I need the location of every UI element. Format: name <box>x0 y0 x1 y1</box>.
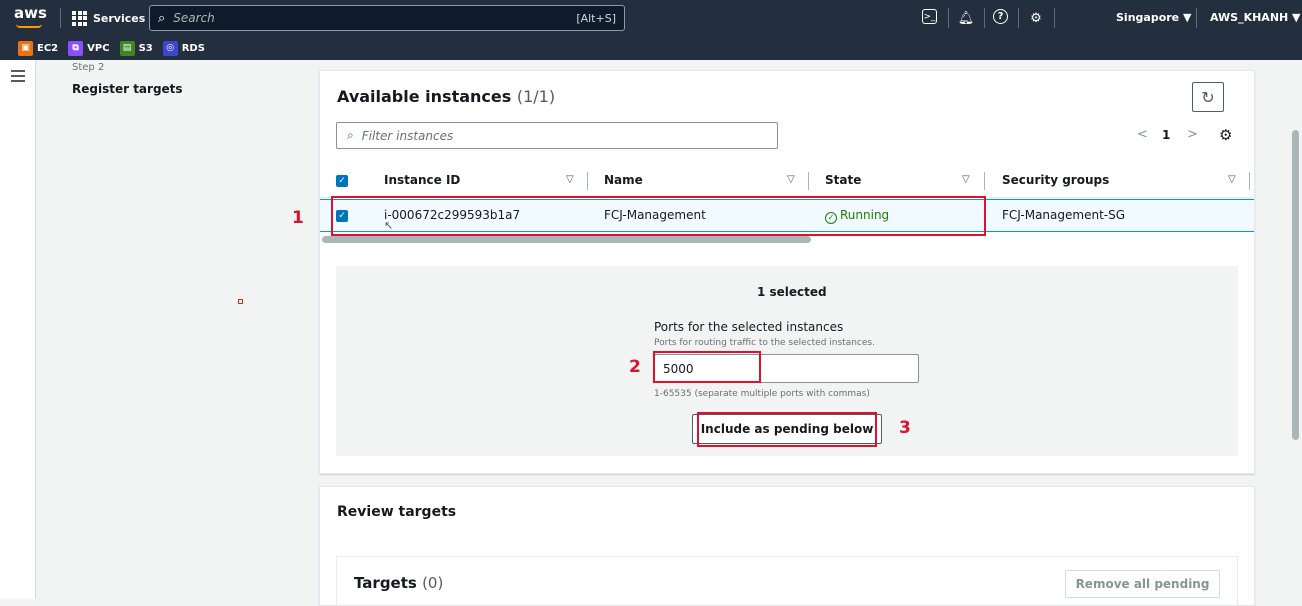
table-settings-icon[interactable]: ⚙ <box>1219 126 1232 144</box>
sort-icon[interactable]: ▽ <box>787 174 795 185</box>
refresh-button[interactable]: ↻ <box>1192 82 1224 112</box>
sort-icon[interactable]: ▽ <box>566 174 574 185</box>
search-shortcut: [Alt+S] <box>576 11 616 25</box>
search-input[interactable]: ⌕ Search [Alt+S] <box>149 5 625 31</box>
targets-title: Targets <box>354 574 417 592</box>
nav-divider <box>1018 8 1019 28</box>
targets-count: (0) <box>422 574 444 592</box>
col-divider <box>984 172 985 190</box>
vertical-scrollbar[interactable] <box>1292 130 1299 440</box>
prev-page-button[interactable]: < <box>1137 127 1148 142</box>
col-divider <box>808 172 809 190</box>
favorite-label: S3 <box>138 42 153 54</box>
top-navigation: aws Services ⌕ Search [Alt+S] >_ 🔔︎ ? ⚙ … <box>0 0 1302 36</box>
ports-hint: 1-65535 (separate multiple ports with co… <box>654 389 870 399</box>
filter-instances-input[interactable]: ⌕ Filter instances <box>336 122 778 149</box>
search-icon: ⌕ <box>158 10 166 26</box>
annotation-box-1 <box>331 196 986 236</box>
s3-icon: ▤ <box>119 40 135 56</box>
heading-count: (1/1) <box>516 87 556 106</box>
annotation-number-2: 2 <box>629 357 641 377</box>
annotation-number-3: 3 <box>899 418 911 438</box>
col-divider <box>1249 172 1250 190</box>
favorite-ec2[interactable]: ▣ EC2 <box>18 40 59 56</box>
annotation-box-3 <box>697 412 877 447</box>
remove-all-pending-button[interactable]: Remove all pending <box>1065 570 1220 598</box>
bell-icon[interactable]: 🔔︎ <box>957 9 975 27</box>
rds-icon: ◎ <box>162 40 178 56</box>
favorite-s3[interactable]: ▤ S3 <box>119 40 153 56</box>
next-page-button[interactable]: > <box>1187 127 1198 142</box>
horizontal-scrollbar[interactable] <box>322 236 811 243</box>
favorite-vpc[interactable]: ⧉ VPC <box>68 40 110 56</box>
col-divider <box>587 172 588 190</box>
cloudshell-icon[interactable]: >_ <box>922 9 937 24</box>
aws-smile-icon <box>16 24 42 28</box>
menu-icon[interactable] <box>11 70 25 85</box>
favorite-rds[interactable]: ◎ RDS <box>162 40 205 56</box>
annotation-number-1: 1 <box>292 208 304 228</box>
favorite-label: VPC <box>87 42 110 54</box>
gear-icon[interactable]: ⚙ <box>1027 9 1045 27</box>
nav-divider <box>1196 8 1197 28</box>
ports-description: Ports for routing traffic to the selecte… <box>654 338 875 348</box>
available-instances-heading: Available instances (1/1) <box>337 87 555 106</box>
services-menu-button[interactable]: Services <box>72 8 145 28</box>
ports-label: Ports for the selected instances <box>654 320 844 334</box>
nav-divider <box>60 8 61 28</box>
selected-count: 1 selected <box>757 285 827 299</box>
favorite-label: RDS <box>181 42 205 54</box>
red-marker <box>238 299 243 304</box>
col-security-groups[interactable]: Security groups <box>1002 173 1109 187</box>
col-state[interactable]: State <box>825 173 861 187</box>
side-nav-rail <box>0 60 36 599</box>
col-instance-id[interactable]: Instance ID <box>384 173 460 187</box>
col-name[interactable]: Name <box>604 173 643 187</box>
ec2-icon: ▣ <box>18 40 33 56</box>
aws-logo[interactable]: aws <box>14 4 47 22</box>
account-menu[interactable]: AWS_KHANH ▼ <box>1210 11 1301 24</box>
filter-placeholder: Filter instances <box>361 128 454 143</box>
region-selector[interactable]: Singapore ▼ <box>1116 11 1191 24</box>
services-label: Services <box>93 11 146 25</box>
select-all-checkbox[interactable]: ✓ <box>336 175 348 187</box>
nav-divider <box>948 8 949 28</box>
refresh-icon: ↻ <box>1201 87 1215 107</box>
security-group-cell: FCJ-Management-SG <box>1002 208 1126 222</box>
vpc-icon: ⧉ <box>68 40 84 56</box>
nav-divider <box>1054 8 1055 28</box>
table-header: ✓ Instance ID ▽ Name ▽ State ▽ Security … <box>320 164 1254 198</box>
annotation-box-2 <box>653 351 761 383</box>
targets-heading: Targets (0) <box>354 574 443 592</box>
favorites-bar: ▣ EC2 ⧉ VPC ▤ S3 ◎ RDS <box>0 36 1302 60</box>
review-targets-heading: Review targets <box>337 504 457 520</box>
nav-divider <box>984 8 985 28</box>
grid-icon <box>72 10 87 26</box>
favorite-label: EC2 <box>37 42 59 54</box>
sort-icon[interactable]: ▽ <box>962 174 970 185</box>
step-label: Step 2 <box>72 62 105 73</box>
sort-icon[interactable]: ▽ <box>1228 174 1236 185</box>
help-icon[interactable]: ? <box>993 9 1008 24</box>
step-title[interactable]: Register targets <box>72 82 183 96</box>
page-number[interactable]: 1 <box>1162 128 1170 142</box>
heading-text: Available instances <box>337 87 512 106</box>
search-icon: ⌕ <box>347 128 354 142</box>
search-placeholder: Search <box>173 11 215 25</box>
